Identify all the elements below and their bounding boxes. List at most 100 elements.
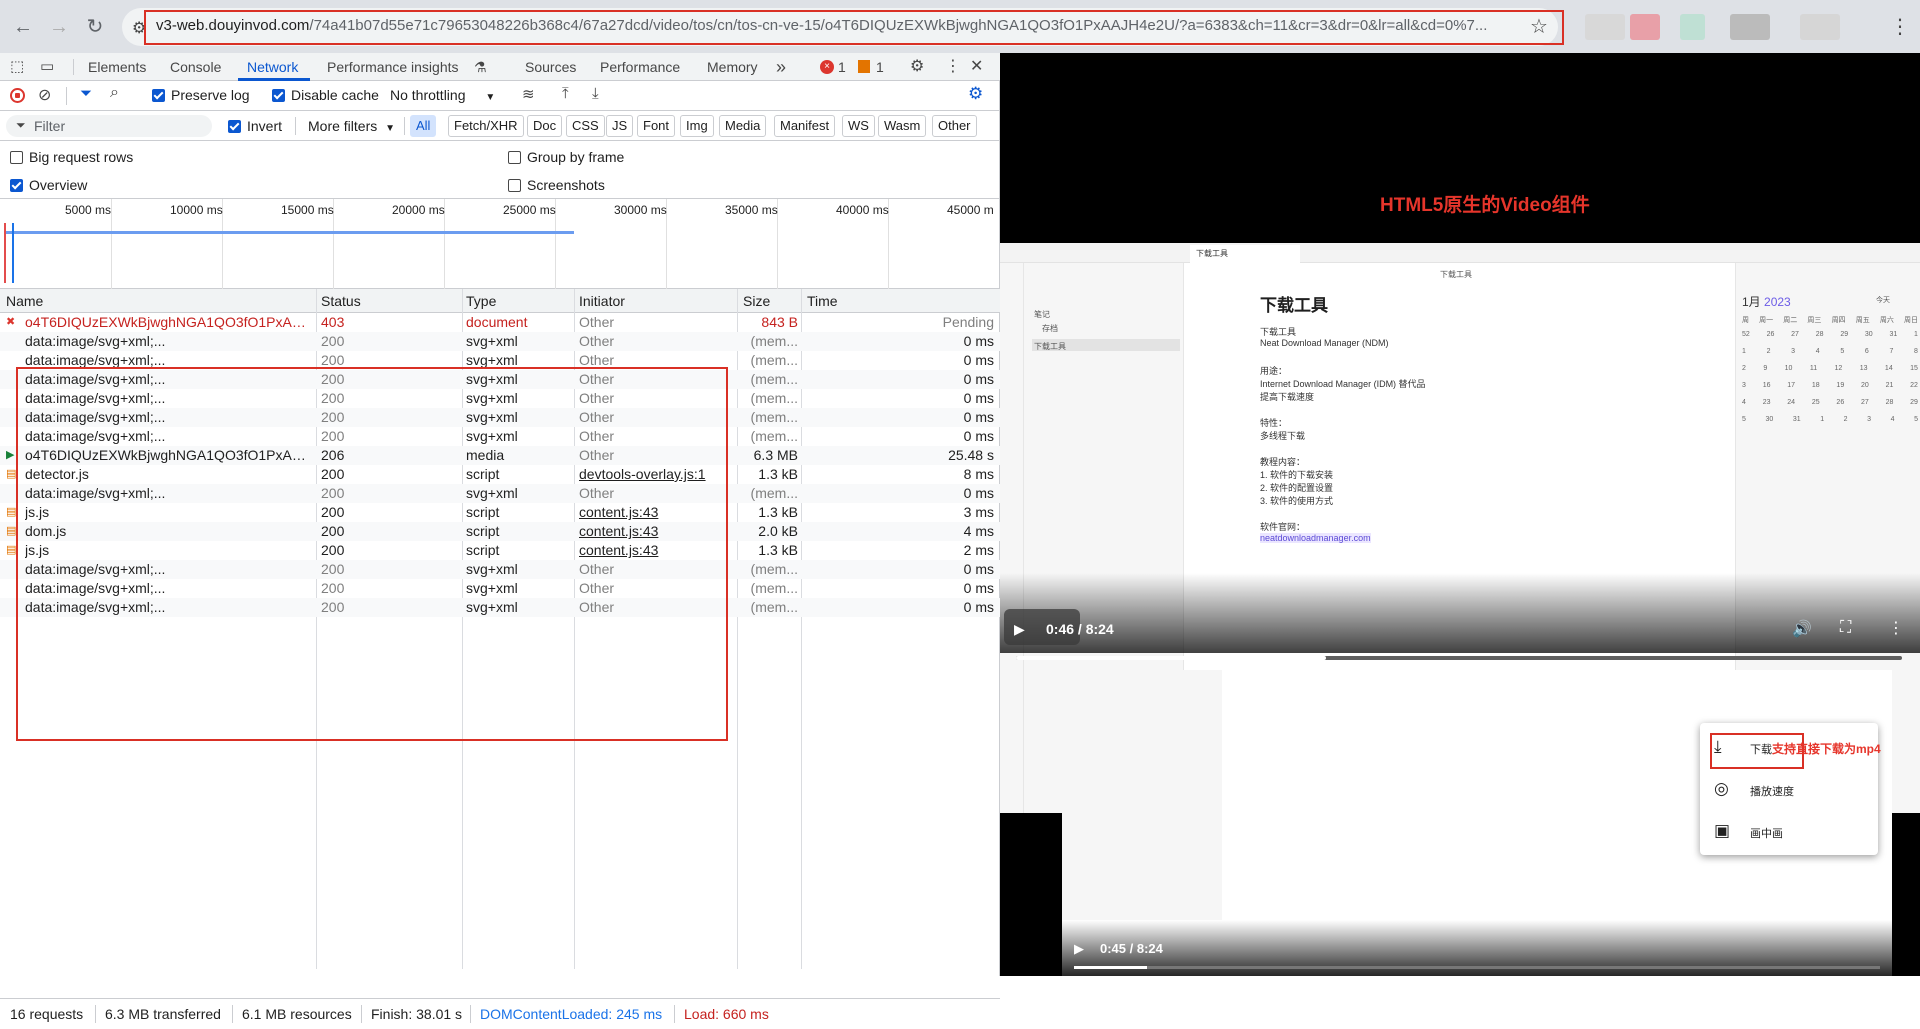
chip-ws[interactable]: WS xyxy=(842,115,875,137)
tab-performance-insights[interactable]: Performance insights xyxy=(327,53,459,81)
calendar-day[interactable]: 8 xyxy=(1914,348,1918,355)
chip-js[interactable]: JS xyxy=(606,115,634,137)
calendar-day[interactable]: 1 xyxy=(1742,348,1746,355)
calendar-day[interactable]: 1 xyxy=(1820,416,1824,423)
calendar-day[interactable]: 13 xyxy=(1860,365,1868,372)
table-row[interactable]: data:image/svg+xml;... 200 svg+xml Other (me… xyxy=(0,332,1000,351)
throttling-select[interactable]: No throttling ▼ xyxy=(390,87,495,103)
calendar-day[interactable]: 17 xyxy=(1787,382,1795,389)
calendar-day[interactable]: 15 xyxy=(1910,365,1918,372)
calendar-day[interactable]: 16 xyxy=(1763,382,1771,389)
reload-icon[interactable]: ↻ xyxy=(80,12,110,42)
chip-other[interactable]: Other xyxy=(932,115,977,137)
tab-memory[interactable]: Memory xyxy=(707,53,758,81)
col-time[interactable]: Time xyxy=(807,293,838,309)
filter-funnel-icon[interactable]: ⏷ xyxy=(80,85,92,102)
warning-count[interactable]: 1 xyxy=(876,53,884,81)
chip-fetch-xhr[interactable]: Fetch/XHR xyxy=(448,115,524,137)
calendar-day[interactable]: 6 xyxy=(1865,348,1869,355)
col-initiator[interactable]: Initiator xyxy=(579,293,625,309)
invert-checkbox[interactable]: Invert xyxy=(228,118,282,134)
chip-img[interactable]: Img xyxy=(680,115,714,137)
forward-icon[interactable]: → xyxy=(44,12,74,42)
calendar-day[interactable]: 25 xyxy=(1812,399,1820,406)
calendar-day[interactable]: 3 xyxy=(1791,348,1795,355)
settings-gear-icon[interactable]: ⚙ xyxy=(910,53,924,81)
error-count[interactable]: 1 xyxy=(838,53,846,81)
network-settings-gear-icon[interactable]: ⚙ xyxy=(968,84,983,104)
calendar-day[interactable]: 11 xyxy=(1810,365,1817,372)
record-stop-icon[interactable] xyxy=(10,88,25,103)
col-status[interactable]: Status xyxy=(321,293,361,309)
calendar-day[interactable]: 19 xyxy=(1836,382,1844,389)
calendar-day[interactable]: 24 xyxy=(1787,399,1795,406)
calendar-day[interactable]: 5 xyxy=(1840,348,1844,355)
inspect-icon[interactable]: ⬚ xyxy=(10,57,24,75)
chip-css[interactable]: CSS xyxy=(566,115,605,137)
filter-input[interactable]: Filter xyxy=(6,115,212,137)
calendar-day[interactable]: 10 xyxy=(1785,365,1793,372)
more-filters-dropdown[interactable]: More filters ▼ xyxy=(308,118,395,134)
calendar-day[interactable]: 5 xyxy=(1914,416,1918,423)
preserve-log-checkbox[interactable]: Preserve log xyxy=(152,87,250,103)
calendar-day[interactable]: 52 xyxy=(1742,331,1750,338)
calendar-day[interactable]: 4 xyxy=(1816,348,1820,355)
network-conditions-icon[interactable]: ≋ xyxy=(522,85,535,103)
table-row[interactable]: ✖ o4T6DIQUzEXWkBjwghNGA1QO3fO1PxAAJH4e2U 4… xyxy=(0,313,1000,332)
request-name[interactable]: data:image/svg+xml;... xyxy=(25,332,315,351)
calendar-day[interactable]: 26 xyxy=(1836,399,1844,406)
video2-progress[interactable] xyxy=(1074,966,1880,969)
calendar-day[interactable]: 4 xyxy=(1742,399,1746,406)
calendar-day[interactable]: 18 xyxy=(1812,382,1820,389)
play-icon[interactable]: ▶ xyxy=(1014,621,1025,638)
fullscreen-icon[interactable]: ⛶ xyxy=(1840,619,1851,637)
calendar-day[interactable]: 5 xyxy=(1742,416,1746,423)
calendar-day[interactable]: 23 xyxy=(1763,399,1771,406)
tab-elements[interactable]: Elements xyxy=(88,53,146,81)
tab-performance[interactable]: Performance xyxy=(600,53,680,81)
close-devtools-icon[interactable]: ✕ xyxy=(970,53,983,81)
menu-item-pip[interactable]: ▣ 画中画 xyxy=(1700,811,1878,853)
calendar-day[interactable]: 26 xyxy=(1767,331,1775,338)
col-type[interactable]: Type xyxy=(466,293,496,309)
calendar-day[interactable]: 27 xyxy=(1791,331,1799,338)
export-har-icon[interactable]: ⤓ xyxy=(592,85,599,102)
calendar-day[interactable]: 2 xyxy=(1844,416,1848,423)
request-name[interactable]: o4T6DIQUzEXWkBjwghNGA1QO3fO1PxAAJH4e2U xyxy=(25,313,315,332)
chip-manifest[interactable]: Manifest xyxy=(774,115,836,137)
more-options-icon[interactable]: ⋮ xyxy=(1888,618,1904,638)
calendar-day[interactable]: 7 xyxy=(1889,348,1893,355)
calendar-day[interactable]: 20 xyxy=(1861,382,1869,389)
search-icon[interactable]: ⌕ xyxy=(110,84,119,102)
disable-cache-checkbox[interactable]: Disable cache xyxy=(272,87,379,103)
menu-item-playback-speed[interactable]: ◎ 播放速度 xyxy=(1700,769,1878,811)
doc-link[interactable]: neatdownloadmanager.com xyxy=(1260,533,1371,543)
bookmark-star-icon[interactable]: ☆ xyxy=(1530,14,1548,39)
menu-item-download[interactable]: ⤓ 下载 支持直接下载为mp4 xyxy=(1700,727,1881,769)
calendar-day[interactable]: 30 xyxy=(1765,416,1773,423)
devtools-menu-icon[interactable]: ⋮ xyxy=(945,53,961,81)
device-toggle-icon[interactable]: ▭ xyxy=(40,57,54,75)
calendar-day[interactable]: 29 xyxy=(1840,331,1848,338)
calendar-day[interactable]: 21 xyxy=(1886,382,1894,389)
calendar-day[interactable]: 22 xyxy=(1910,382,1918,389)
calendar-day[interactable]: 27 xyxy=(1861,399,1869,406)
col-size[interactable]: Size xyxy=(743,293,770,309)
browser-menu-icon[interactable]: ⋮ xyxy=(1890,14,1910,39)
overview-checkbox[interactable]: Overview xyxy=(10,177,87,193)
calendar-day[interactable]: 29 xyxy=(1910,399,1918,406)
calendar-day[interactable]: 3 xyxy=(1742,382,1746,389)
chip-media[interactable]: Media xyxy=(719,115,767,137)
screenshots-checkbox[interactable]: Screenshots xyxy=(508,177,605,193)
volume-icon[interactable]: 🔊 xyxy=(1792,619,1812,639)
calendar-day[interactable]: 1 xyxy=(1914,331,1918,338)
calendar-day[interactable]: 2 xyxy=(1742,365,1746,372)
clear-icon[interactable]: ⊘ xyxy=(38,85,51,105)
chip-all[interactable]: All xyxy=(410,115,437,137)
group-by-frame-checkbox[interactable]: Group by frame xyxy=(508,149,624,165)
back-icon[interactable]: ← xyxy=(8,12,38,42)
calendar-day[interactable]: 31 xyxy=(1793,416,1801,423)
calendar-day[interactable]: 12 xyxy=(1835,365,1843,372)
calendar-day[interactable]: 2 xyxy=(1767,348,1771,355)
tab-network[interactable]: Network xyxy=(247,53,298,81)
